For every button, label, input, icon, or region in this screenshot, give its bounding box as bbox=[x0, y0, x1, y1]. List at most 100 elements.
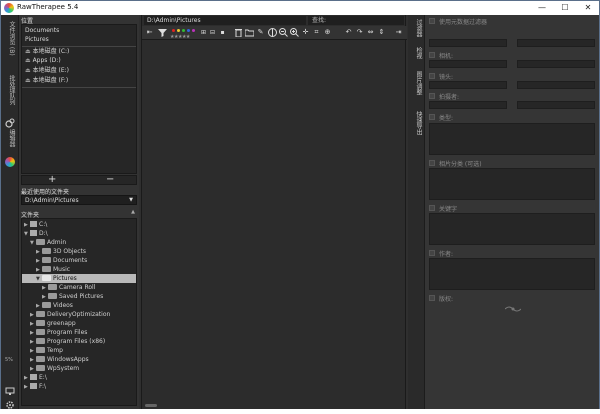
filter-field[interactable] bbox=[517, 60, 595, 68]
gears-icon[interactable] bbox=[5, 113, 15, 128]
artist-checkbox[interactable] bbox=[429, 250, 435, 256]
tree-row[interactable]: ▶ Music bbox=[22, 265, 136, 274]
shooter-checkbox[interactable] bbox=[429, 93, 435, 99]
horizontal-scrollbar[interactable] bbox=[145, 404, 157, 407]
green-label-icon[interactable] bbox=[182, 29, 185, 32]
filter-field[interactable] bbox=[517, 101, 595, 109]
keywords-area[interactable] bbox=[429, 213, 595, 245]
tree-row[interactable]: ▼ Admin bbox=[22, 238, 136, 247]
title-bar: RawTherapee 5.4 — ☐ ✕ bbox=[1, 1, 599, 15]
shooter-label: 拍摄者: bbox=[439, 94, 460, 101]
tree-row[interactable]: ▶ WpSystem bbox=[22, 364, 136, 373]
rotate-left-icon[interactable]: ↶ bbox=[344, 28, 353, 37]
zoom-in-icon[interactable] bbox=[290, 28, 299, 37]
shooter-field[interactable] bbox=[429, 101, 507, 109]
add-place-button[interactable]: + bbox=[48, 174, 56, 185]
info-icon[interactable] bbox=[268, 28, 277, 37]
minimize-button[interactable]: — bbox=[531, 1, 553, 15]
lens-label: 镜头: bbox=[439, 74, 454, 81]
artist-label: 作者: bbox=[439, 251, 454, 258]
category-area[interactable] bbox=[429, 168, 595, 200]
tab-filter[interactable]: 过滤器 bbox=[411, 19, 423, 43]
red-label-icon[interactable] bbox=[172, 29, 175, 32]
purple-label-icon[interactable] bbox=[192, 29, 195, 32]
monitor-icon[interactable] bbox=[5, 381, 15, 395]
artist-area[interactable] bbox=[429, 258, 595, 290]
zoom-out-icon[interactable] bbox=[279, 28, 288, 37]
filter-field[interactable] bbox=[517, 39, 595, 47]
remove-place-button[interactable]: − bbox=[106, 174, 114, 185]
flip-horizontal-icon[interactable]: ⇔ bbox=[366, 28, 375, 37]
collapse-icon[interactable]: ▲ bbox=[131, 209, 135, 215]
star-rating-icons[interactable]: ★★★★★ bbox=[170, 33, 194, 42]
unsaved-filter-icon[interactable]: ▪ bbox=[218, 28, 227, 37]
filter-area[interactable] bbox=[429, 123, 595, 155]
tree-row-selected[interactable]: ▼ Pictures bbox=[22, 274, 136, 283]
filter-field[interactable] bbox=[429, 39, 507, 47]
tab-file-browser[interactable]: 文件浏览 (B) bbox=[4, 21, 16, 65]
tab-image-adjust[interactable]: 图片调整 bbox=[411, 71, 423, 103]
tree-row[interactable]: ▶ Program Files bbox=[22, 328, 136, 337]
edit-icon[interactable]: ✎ bbox=[256, 28, 265, 37]
tree-row[interactable]: ▶ C:\ bbox=[22, 220, 136, 229]
copyright-checkbox[interactable] bbox=[429, 295, 435, 301]
color-wheel-icon[interactable] bbox=[5, 157, 15, 167]
place-item[interactable]: ⏏ Apps (D:) bbox=[22, 56, 136, 65]
collapse-right-icon[interactable]: ⇥ bbox=[394, 28, 403, 37]
path-field[interactable]: D:\Admin\Pictures bbox=[144, 16, 306, 25]
camera-field[interactable] bbox=[429, 60, 507, 68]
place-item[interactable]: ⏏ 本地磁盘 (C:) bbox=[22, 46, 136, 55]
type-checkbox[interactable] bbox=[429, 114, 435, 120]
maximize-button[interactable]: ☐ bbox=[554, 1, 576, 15]
tree-row[interactable]: ▶ Videos bbox=[22, 301, 136, 310]
fit-icon[interactable]: ✛ bbox=[301, 28, 310, 37]
tree-row[interactable]: ▶ E:\ bbox=[22, 373, 136, 382]
tab-editor[interactable]: 编辑器 bbox=[4, 129, 16, 153]
lens-checkbox[interactable] bbox=[429, 73, 435, 79]
tree-row[interactable]: ▶ WindowsApps bbox=[22, 355, 136, 364]
place-item[interactable]: Documents bbox=[22, 26, 136, 35]
lens-field[interactable] bbox=[429, 81, 507, 89]
saved-filter-icon[interactable]: ⊟ bbox=[208, 28, 217, 37]
crop-icon[interactable]: ⌗ bbox=[312, 28, 321, 37]
tree-row[interactable]: ▶ 3D Objects bbox=[22, 247, 136, 256]
file-panel: 位置 Documents Pictures ⏏ 本地磁盘 (C:) ⏏ Apps… bbox=[19, 15, 139, 409]
category-checkbox[interactable] bbox=[429, 160, 435, 166]
edited-filter-icon[interactable]: ⊞ bbox=[199, 28, 208, 37]
exif-filter-checkbox[interactable] bbox=[429, 18, 435, 24]
tree-row[interactable]: ▶ greenapp bbox=[22, 319, 136, 328]
blue-label-icon[interactable] bbox=[187, 29, 190, 32]
collapse-left-icon[interactable]: ⇤ bbox=[145, 28, 154, 37]
flip-vertical-icon[interactable]: ⇕ bbox=[377, 28, 386, 37]
folder-icon[interactable] bbox=[244, 28, 255, 37]
tree-row[interactable]: ▼ D:\ bbox=[22, 229, 136, 238]
tree-row[interactable]: ▶ Program Files (x86) bbox=[22, 337, 136, 346]
keywords-checkbox[interactable] bbox=[429, 205, 435, 211]
tree-row[interactable]: ▶ Saved Pictures bbox=[22, 292, 136, 301]
filter-icon[interactable] bbox=[158, 28, 167, 37]
right-tab-strip: 过滤器 检视 图片调整 快速导出 bbox=[408, 15, 425, 409]
search-input[interactable]: 查找: bbox=[308, 16, 404, 25]
place-item[interactable]: ⏏ 本地磁盘 (F:) bbox=[22, 76, 136, 85]
camera-checkbox[interactable] bbox=[429, 52, 435, 58]
close-button[interactable]: ✕ bbox=[577, 1, 599, 15]
tree-row[interactable]: ▶ Camera Roll bbox=[22, 283, 136, 292]
tab-batch-queue[interactable]: 批处理队列 bbox=[4, 75, 16, 109]
rotate-right-icon[interactable]: ↷ bbox=[355, 28, 364, 37]
tab-inspect[interactable]: 检视 bbox=[411, 47, 423, 63]
yellow-label-icon[interactable] bbox=[177, 29, 180, 32]
trash-icon[interactable] bbox=[234, 28, 243, 38]
tree-row[interactable]: ▶ F:\ bbox=[22, 382, 136, 391]
tree-row[interactable]: ▶ DeliveryOptimization bbox=[22, 310, 136, 319]
tree-row[interactable]: ▶ Documents bbox=[22, 256, 136, 265]
keywords-label: 关键字 bbox=[439, 206, 458, 213]
tab-quick-export[interactable]: 快速导出 bbox=[411, 111, 423, 141]
place-item[interactable]: ⏏ 本地磁盘 (E:) bbox=[22, 66, 136, 75]
main-area: 文件浏览 (B) 批处理队列 编辑器 5% 位置 Documents Pictu… bbox=[1, 15, 599, 409]
transform-icon[interactable]: ⊕ bbox=[323, 28, 332, 37]
tree-row[interactable]: ▶ Temp bbox=[22, 346, 136, 355]
place-item[interactable]: Pictures bbox=[22, 35, 136, 44]
recent-folders-select[interactable]: D:\Admin\Pictures ▼ bbox=[21, 195, 137, 205]
gear-icon[interactable] bbox=[5, 395, 15, 409]
filter-field[interactable] bbox=[517, 81, 595, 89]
